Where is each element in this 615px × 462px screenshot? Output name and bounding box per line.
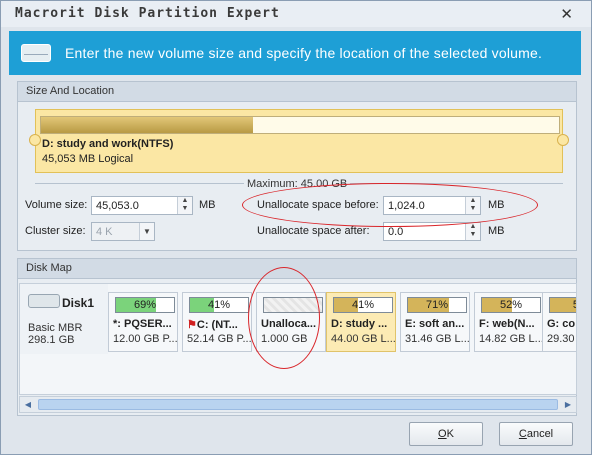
drive-icon: [21, 44, 51, 62]
unallocate-before-stepper[interactable]: ▲▼: [383, 196, 481, 215]
partition-info: 52.14 GB P...: [187, 333, 252, 345]
scroll-left-icon[interactable]: ◀: [21, 398, 35, 412]
cluster-size-label: Cluster size:: [25, 225, 86, 237]
volume-size-label: Volume size:: [25, 199, 88, 211]
title-bar: Macrorit Disk Partition Expert ✕: [1, 1, 591, 27]
unallocate-before-unit: MB: [488, 199, 505, 211]
partition-usage-bar: 41%: [189, 297, 249, 313]
chevron-down-icon[interactable]: ▼: [139, 223, 154, 240]
partition-name: F: web(N...: [479, 318, 535, 330]
spin-arrows-icon[interactable]: ▲ ▼: [465, 223, 480, 240]
selected-volume-bar[interactable]: D: study and work(NTFS) 45,053 MB Logica…: [29, 109, 569, 173]
group-header-size-location: Size And Location: [18, 82, 576, 102]
partition-name: ⚑C: (NT...: [187, 319, 238, 331]
banner-text: Enter the new volume size and specify th…: [65, 45, 543, 61]
left-resize-handle[interactable]: [29, 134, 41, 146]
partition-name: Unalloca...: [261, 318, 317, 330]
partition-info: 12.00 GB P...: [113, 333, 178, 345]
volume-size-unit: MB: [199, 199, 216, 211]
boot-flag-icon: ⚑: [187, 319, 197, 331]
partition-usage-bar: 41%: [333, 297, 393, 313]
partition-usage-bar: 69%: [115, 297, 175, 313]
partition-usage-bar: 52: [549, 297, 576, 313]
unallocate-before-label: Unallocate space before:: [257, 199, 379, 211]
scroll-right-icon[interactable]: ▶: [561, 398, 575, 412]
partition-name: *: PQSER...: [113, 318, 172, 330]
unallocate-after-stepper[interactable]: ▲▼: [383, 222, 481, 241]
volume-subtitle: 45,053 MB Logical: [42, 153, 134, 165]
maximum-label: Maximum: 45.00 GB: [244, 178, 351, 190]
cluster-size-select[interactable]: ▼: [91, 222, 155, 241]
volume-name: D: study and work(NTFS): [42, 138, 174, 150]
horizontal-scrollbar[interactable]: ◀ ▶: [19, 396, 577, 413]
unallocate-after-label: Unallocate space after:: [257, 225, 370, 237]
volume-usage-track: [40, 116, 560, 134]
scrollbar-thumb[interactable]: [38, 399, 558, 410]
partition-block[interactable]: 69% *: PQSER... 12.00 GB P...: [108, 292, 178, 352]
partition-block[interactable]: 71% E: soft an... 31.46 GB L...: [400, 292, 470, 352]
volume-size-stepper[interactable]: ▲▼: [91, 196, 193, 215]
dialog-window: Macrorit Disk Partition Expert ✕ Enter t…: [0, 0, 592, 455]
partition-name: E: soft an...: [405, 318, 465, 330]
disk-type: Basic MBR: [28, 322, 83, 334]
group-header-disk-map: Disk Map: [18, 259, 576, 279]
ok-button[interactable]: OK: [409, 422, 483, 446]
disk-map-area: Disk1 Basic MBR 298.1 GB 69% *: PQSER...…: [19, 283, 577, 395]
partition-name: G: co: [547, 318, 576, 330]
partition-usage-bar: [263, 297, 323, 313]
partition-info: 44.00 GB L...: [331, 333, 396, 345]
disk-card[interactable]: Disk1 Basic MBR 298.1 GB: [20, 284, 108, 354]
partition-block[interactable]: 52% F: web(N... 14.82 GB L...: [474, 292, 544, 352]
spin-arrows-icon[interactable]: ▲ ▼: [177, 197, 192, 214]
partition-block[interactable]: 52 G: co 29.30: [542, 292, 576, 352]
cancel-button[interactable]: Cancel: [499, 422, 573, 446]
partition-usage-bar: 71%: [407, 297, 467, 313]
right-resize-handle[interactable]: [557, 134, 569, 146]
partition-block[interactable]: 41% ⚑C: (NT... 52.14 GB P...: [182, 292, 252, 352]
partition-info: 14.82 GB L...: [479, 333, 544, 345]
disk-size: 298.1 GB: [28, 334, 75, 346]
hard-disk-icon: [28, 294, 60, 308]
spin-arrows-icon[interactable]: ▲ ▼: [465, 197, 480, 214]
unallocate-after-unit: MB: [488, 225, 505, 237]
close-icon[interactable]: ✕: [560, 5, 573, 23]
selected-partition-block[interactable]: 41% D: study ... 44.00 GB L...: [326, 292, 396, 352]
window-title: Macrorit Disk Partition Expert: [15, 6, 280, 21]
instruction-banner: Enter the new volume size and specify th…: [9, 31, 581, 75]
partition-info: 29.30: [547, 333, 575, 345]
partition-name: D: study ...: [331, 318, 388, 330]
disk-name: Disk1: [62, 296, 95, 310]
partition-usage-bar: 52%: [481, 297, 541, 313]
partition-info: 1.000 GB: [261, 333, 308, 345]
unallocated-block[interactable]: Unalloca... 1.000 GB: [256, 292, 326, 352]
volume-usage-fill: [41, 117, 254, 133]
partition-info: 31.46 GB L...: [405, 333, 470, 345]
